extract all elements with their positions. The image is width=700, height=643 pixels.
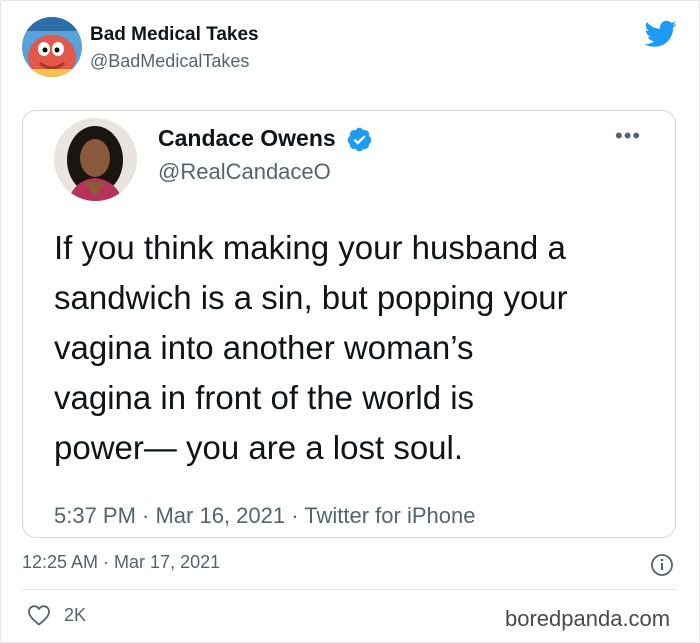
more-options-icon[interactable]: •••	[615, 125, 641, 147]
author-avatar[interactable]	[22, 17, 82, 77]
author-handle[interactable]: @BadMedicalTakes	[90, 51, 249, 72]
tweet-text-line: vagina into another woman’s	[54, 329, 474, 366]
like-count[interactable]: 2K	[64, 605, 86, 626]
quoted-tweet[interactable]: Candace Owens @RealCandaceO ••• If you t…	[22, 110, 676, 538]
quoted-tweet-text: If you think making your husband a sandw…	[54, 223, 654, 473]
quoted-tweet-meta[interactable]: 5:37 PM · Mar 16, 2021 · Twitter for iPh…	[54, 503, 475, 529]
quoted-author-avatar[interactable]	[54, 118, 137, 201]
portrait-avatar-image	[54, 118, 137, 201]
tweet-text-line: power— you are a lost soul.	[54, 429, 464, 466]
quoted-author-name[interactable]: Candace Owens	[158, 125, 336, 152]
heart-icon[interactable]	[27, 604, 51, 626]
twitter-bird-icon[interactable]	[645, 20, 677, 48]
watermark: boredpanda.com	[505, 606, 671, 631]
author-name[interactable]: Bad Medical Takes	[90, 24, 259, 46]
tweet-timestamp[interactable]: 12:25 AM · Mar 17, 2021	[22, 552, 220, 573]
info-icon[interactable]	[650, 553, 674, 577]
tweet-text-line: sandwich is a sin, but popping your	[54, 279, 568, 316]
zoidberg-avatar-image	[22, 17, 82, 77]
quoted-author-handle[interactable]: @RealCandaceO	[158, 159, 331, 185]
tweet-text-line: vagina in front of the world is	[54, 379, 475, 416]
tweet-text-line: If you think making your husband a	[54, 229, 566, 266]
divider	[22, 589, 676, 590]
verified-badge-icon	[347, 127, 372, 152]
